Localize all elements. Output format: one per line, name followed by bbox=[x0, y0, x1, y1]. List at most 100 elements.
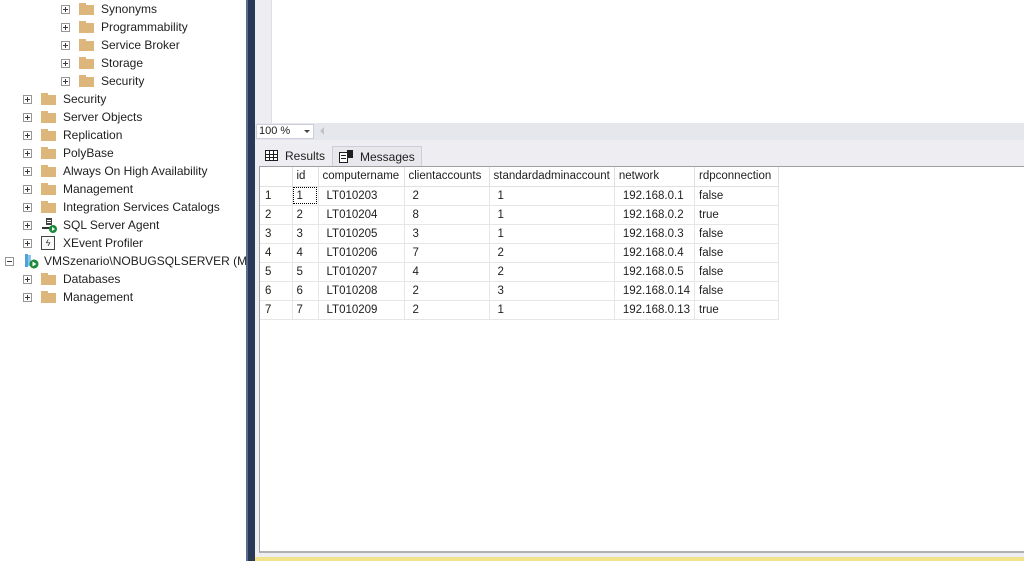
tree-item[interactable]: Storage bbox=[61, 54, 143, 72]
row-number[interactable]: 1 bbox=[260, 186, 293, 206]
row-number[interactable]: 6 bbox=[260, 281, 293, 301]
table-cell[interactable]: 3 bbox=[404, 224, 490, 244]
scroll-left-arrow[interactable] bbox=[320, 127, 324, 135]
table-cell[interactable]: false bbox=[694, 243, 780, 263]
expand-icon[interactable] bbox=[23, 274, 32, 284]
expand-icon[interactable] bbox=[61, 40, 70, 50]
table-cell[interactable]: false bbox=[694, 186, 780, 206]
table-cell[interactable]: 8 bbox=[404, 205, 490, 225]
table-cell[interactable]: 192.168.0.1 bbox=[614, 186, 696, 206]
expand-icon[interactable] bbox=[61, 22, 70, 32]
tree-item[interactable]: Always On High Availability bbox=[23, 162, 208, 180]
tab-messages[interactable]: Messages bbox=[332, 146, 422, 166]
table-row[interactable]: 2 2 LT010204 8 1 192.168.0.2 true bbox=[260, 205, 780, 225]
table-cell[interactable]: 2 bbox=[404, 186, 490, 206]
table-cell[interactable]: LT010208 bbox=[318, 281, 405, 301]
table-cell[interactable]: 2 bbox=[404, 281, 490, 301]
expand-icon[interactable] bbox=[23, 112, 32, 122]
zoom-level-select[interactable]: 100 % bbox=[256, 124, 314, 139]
expand-icon[interactable] bbox=[61, 4, 70, 14]
expand-icon[interactable] bbox=[23, 130, 32, 140]
table-cell[interactable]: 1 bbox=[489, 224, 615, 244]
table-cell[interactable]: 2 bbox=[489, 262, 615, 282]
table-cell[interactable]: 2 bbox=[404, 300, 490, 320]
table-cell[interactable]: LT010203 bbox=[318, 186, 405, 206]
table-cell[interactable]: 192.168.0.5 bbox=[614, 262, 696, 282]
column-header[interactable]: computername bbox=[318, 167, 405, 187]
tree-item[interactable]: Management bbox=[23, 288, 133, 306]
expand-icon[interactable] bbox=[61, 58, 70, 68]
tree-item[interactable]: Synonyms bbox=[61, 0, 157, 18]
results-grid[interactable]: id computername clientaccounts standardadmi… bbox=[259, 166, 1024, 553]
table-cell[interactable]: 2 bbox=[489, 243, 615, 263]
table-cell[interactable]: LT010207 bbox=[318, 262, 405, 282]
table-cell[interactable]: 3 bbox=[292, 224, 319, 244]
table-cell[interactable]: true bbox=[694, 205, 780, 225]
table-cell[interactable]: LT010206 bbox=[318, 243, 405, 263]
table-cell[interactable]: LT010204 bbox=[318, 205, 405, 225]
table-cell[interactable]: true bbox=[694, 300, 780, 320]
table-cell[interactable]: 1 bbox=[489, 186, 615, 206]
tree-item[interactable]: Management bbox=[23, 180, 133, 198]
table-cell[interactable]: 4 bbox=[292, 243, 319, 263]
column-header[interactable]: network bbox=[614, 167, 696, 187]
table-cell[interactable]: 2 bbox=[292, 205, 319, 225]
tree-item[interactable]: Replication bbox=[23, 126, 122, 144]
table-row[interactable]: 5 5 LT010207 4 2 192.168.0.5 false bbox=[260, 262, 780, 282]
expand-icon[interactable] bbox=[23, 166, 32, 176]
tree-item[interactable]: VMSzenario\NOBUGSQLSERVER (Micro bbox=[5, 252, 246, 270]
tree-item[interactable]: Service Broker bbox=[61, 36, 180, 54]
column-header[interactable]: clientaccounts bbox=[404, 167, 490, 187]
table-cell[interactable]: 1 bbox=[489, 205, 615, 225]
table-cell[interactable]: 7 bbox=[292, 300, 319, 320]
tree-item[interactable]: Security bbox=[61, 72, 144, 90]
row-number[interactable]: 3 bbox=[260, 224, 293, 244]
table-cell[interactable]: 192.168.0.13 bbox=[614, 300, 696, 320]
expand-icon[interactable] bbox=[23, 94, 32, 104]
row-number[interactable]: 5 bbox=[260, 262, 293, 282]
table-cell[interactable]: 1 bbox=[489, 300, 615, 320]
expand-icon[interactable] bbox=[61, 76, 70, 86]
table-cell[interactable]: 3 bbox=[489, 281, 615, 301]
table-cell[interactable]: false bbox=[694, 281, 780, 301]
table-cell[interactable]: false bbox=[694, 224, 780, 244]
query-editor[interactable] bbox=[255, 0, 1024, 123]
row-number[interactable]: 4 bbox=[260, 243, 293, 263]
tree-item[interactable]: ϟ XEvent Profiler bbox=[23, 234, 143, 252]
table-cell[interactable]: false bbox=[694, 262, 780, 282]
tree-item[interactable]: Security bbox=[23, 90, 106, 108]
tree-item[interactable]: Integration Services Catalogs bbox=[23, 198, 220, 216]
row-number[interactable]: 7 bbox=[260, 300, 293, 320]
table-row[interactable]: 1 1 LT010203 2 1 192.168.0.1 false bbox=[260, 186, 780, 206]
tree-item[interactable]: SQL Server Agent bbox=[23, 216, 159, 234]
expand-icon[interactable] bbox=[23, 148, 32, 158]
tree-item[interactable]: Databases bbox=[23, 270, 120, 288]
tree-item[interactable]: Programmability bbox=[61, 18, 188, 36]
table-cell[interactable]: LT010209 bbox=[318, 300, 405, 320]
row-number-header[interactable] bbox=[260, 167, 293, 187]
table-row[interactable]: 6 6 LT010208 2 3 192.168.0.14 false bbox=[260, 281, 780, 301]
column-header[interactable]: standardadminaccount bbox=[489, 167, 615, 187]
expand-icon[interactable] bbox=[23, 202, 32, 212]
tree-item[interactable]: PolyBase bbox=[23, 144, 114, 162]
table-cell[interactable]: 5 bbox=[292, 262, 319, 282]
table-row[interactable]: 3 3 LT010205 3 1 192.168.0.3 false bbox=[260, 224, 780, 244]
expand-icon[interactable] bbox=[23, 292, 32, 302]
table-cell[interactable]: LT010205 bbox=[318, 224, 405, 244]
table-cell[interactable]: 7 bbox=[404, 243, 490, 263]
row-number[interactable]: 2 bbox=[260, 205, 293, 225]
tree-item[interactable]: Server Objects bbox=[23, 108, 142, 126]
table-cell[interactable]: 6 bbox=[292, 281, 319, 301]
tab-results[interactable]: Results bbox=[258, 144, 333, 166]
table-cell[interactable]: 1 bbox=[292, 186, 319, 206]
expand-icon[interactable] bbox=[23, 220, 32, 230]
table-cell[interactable]: 192.168.0.3 bbox=[614, 224, 696, 244]
expand-icon[interactable] bbox=[23, 238, 32, 248]
table-cell[interactable]: 192.168.0.14 bbox=[614, 281, 696, 301]
panel-splitter[interactable] bbox=[246, 0, 255, 561]
table-cell[interactable]: 192.168.0.4 bbox=[614, 243, 696, 263]
table-row[interactable]: 4 4 LT010206 7 2 192.168.0.4 false bbox=[260, 243, 780, 263]
table-cell[interactable]: 4 bbox=[404, 262, 490, 282]
table-row[interactable]: 7 7 LT010209 2 1 192.168.0.13 true bbox=[260, 300, 780, 320]
expand-icon[interactable] bbox=[23, 184, 32, 194]
